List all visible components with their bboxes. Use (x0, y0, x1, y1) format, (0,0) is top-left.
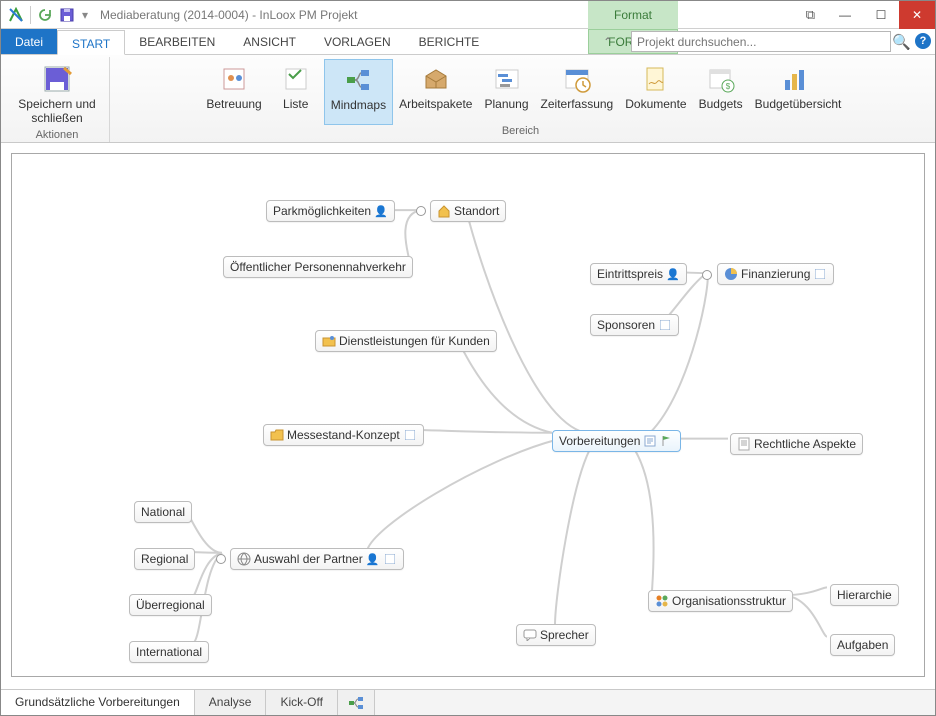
collapse-toggle[interactable] (416, 206, 426, 216)
node-ueberregional[interactable]: Überregional (129, 594, 212, 616)
ribbon-body: Speichern und schließen Aktionen Betreuu… (1, 55, 935, 143)
flag-icon (660, 434, 674, 448)
group-label-area: Bereich (502, 125, 539, 137)
tab-reports[interactable]: BERICHTE (405, 29, 494, 54)
search-input-field[interactable] (632, 35, 890, 49)
collapse-toggle[interactable] (216, 554, 226, 564)
note-icon (643, 434, 657, 448)
betreuung-icon (218, 63, 250, 95)
save-icon[interactable] (56, 4, 78, 26)
orgchart-icon (655, 594, 669, 608)
person-icon: 👤 (366, 552, 380, 566)
context-tab-format[interactable]: Format (588, 1, 678, 29)
node-center[interactable]: Vorbereitungen (552, 430, 681, 452)
refresh-icon[interactable] (34, 4, 56, 26)
qat-dropdown-icon[interactable]: ▾ (78, 4, 92, 26)
node-auswahl[interactable]: Auswahl der Partner 👤 (230, 548, 404, 570)
node-messe[interactable]: Messestand-Konzept (263, 424, 424, 446)
note-icon (813, 267, 827, 281)
btab-kickoff[interactable]: Kick-Off (266, 690, 337, 715)
node-finanz[interactable]: Finanzierung (717, 263, 834, 285)
tab-file[interactable]: Datei (1, 29, 57, 54)
home-icon (437, 204, 451, 218)
btab-analyse[interactable]: Analyse (195, 690, 267, 715)
close-button[interactable]: ✕ (899, 1, 935, 29)
liste-button[interactable]: Liste (268, 59, 324, 125)
node-dienst[interactable]: Dienstleistungen für Kunden (315, 330, 497, 352)
node-parkm[interactable]: Parkmöglichkeiten 👤 (266, 200, 395, 222)
inloox-logo-icon[interactable] (5, 4, 27, 26)
btab-grundsatz[interactable]: Grundsätzliche Vorbereitungen (1, 690, 195, 715)
zeiterfassung-icon (561, 63, 593, 95)
node-aufgaben[interactable]: Aufgaben (830, 634, 895, 656)
node-eintritt[interactable]: Eintrittspreis 👤 (590, 263, 687, 285)
search-icon[interactable]: 🔍 (892, 33, 911, 51)
ribbon-tabs: Datei START BEARBEITEN ANSICHT VORLAGEN … (1, 29, 935, 55)
note-icon (658, 318, 672, 332)
node-org[interactable]: Organisationsstruktur (648, 590, 793, 612)
help-icon[interactable]: ? (915, 33, 931, 49)
budgets-button[interactable]: $ Budgets (693, 59, 749, 125)
zeiterfassung-button[interactable]: Zeiterfassung (535, 59, 620, 125)
bottom-tabs: Grundsätzliche Vorbereitungen Analyse Ki… (1, 689, 935, 715)
save-close-icon (41, 63, 73, 95)
tab-templates[interactable]: VORLAGEN (310, 29, 405, 54)
budgets-icon: $ (705, 63, 737, 95)
dokumente-icon (640, 63, 672, 95)
planung-icon (491, 63, 523, 95)
tab-edit[interactable]: BEARBEITEN (125, 29, 229, 54)
mindmaps-button[interactable]: Mindmaps (324, 59, 393, 125)
node-sponsoren[interactable]: Sponsoren (590, 314, 679, 336)
note-icon (403, 428, 417, 442)
search-input[interactable] (631, 31, 891, 52)
pie-icon (724, 267, 738, 281)
window-title: Mediaberatung (2014-0004) - InLoox PM Pr… (100, 8, 357, 22)
services-icon (322, 334, 336, 348)
betreuung-button[interactable]: Betreuung (200, 59, 267, 125)
arbeitspakete-icon (420, 63, 452, 95)
document-icon (737, 437, 751, 451)
note-icon (383, 552, 397, 566)
person-icon: 👤 (666, 267, 680, 281)
node-sprecher[interactable]: Sprecher (516, 624, 596, 646)
quick-access-toolbar: ▾ Mediaberatung (2014-0004) - InLoox PM … (1, 1, 935, 29)
maximize-button[interactable]: ☐ (863, 1, 899, 29)
planung-button[interactable]: Planung (478, 59, 534, 125)
person-icon: 👤 (374, 204, 388, 218)
collapse-toggle[interactable] (702, 270, 712, 280)
svg-text:$: $ (725, 82, 730, 91)
node-standort[interactable]: Standort (430, 200, 506, 222)
node-regional[interactable]: Regional (134, 548, 195, 570)
budgetuebersicht-icon (779, 63, 811, 95)
minimize-button[interactable]: — (827, 1, 863, 29)
tab-start[interactable]: START (57, 30, 125, 55)
folder-icon (270, 428, 284, 442)
node-recht[interactable]: Rechtliche Aspekte (730, 433, 863, 455)
node-international[interactable]: International (129, 641, 209, 663)
node-opnv[interactable]: Öffentlicher Personennahverkehr (223, 256, 413, 278)
ribbon-collapse-icon[interactable]: ⌃ (603, 35, 613, 49)
restore-down-aux-icon[interactable]: ⧉ (806, 7, 815, 23)
speech-icon (523, 628, 537, 642)
node-national[interactable]: National (134, 501, 192, 523)
budgetuebersicht-button[interactable]: Budgetübersicht (749, 59, 841, 125)
node-hierarchie[interactable]: Hierarchie (830, 584, 899, 606)
dokumente-button[interactable]: Dokumente (619, 59, 692, 125)
mindmaps-icon (342, 64, 374, 96)
liste-icon (280, 63, 312, 95)
tab-view[interactable]: ANSICHT (229, 29, 310, 54)
mindmap-canvas[interactable]: Vorbereitungen Standort Parkmöglichkeite… (11, 153, 925, 677)
globe-icon (237, 552, 251, 566)
group-label-actions: Aktionen (36, 129, 79, 141)
btab-add-mindmap[interactable] (338, 690, 375, 715)
save-close-button[interactable]: Speichern und schließen (11, 59, 103, 129)
arbeitspakete-button[interactable]: Arbeitspakete (393, 59, 478, 125)
